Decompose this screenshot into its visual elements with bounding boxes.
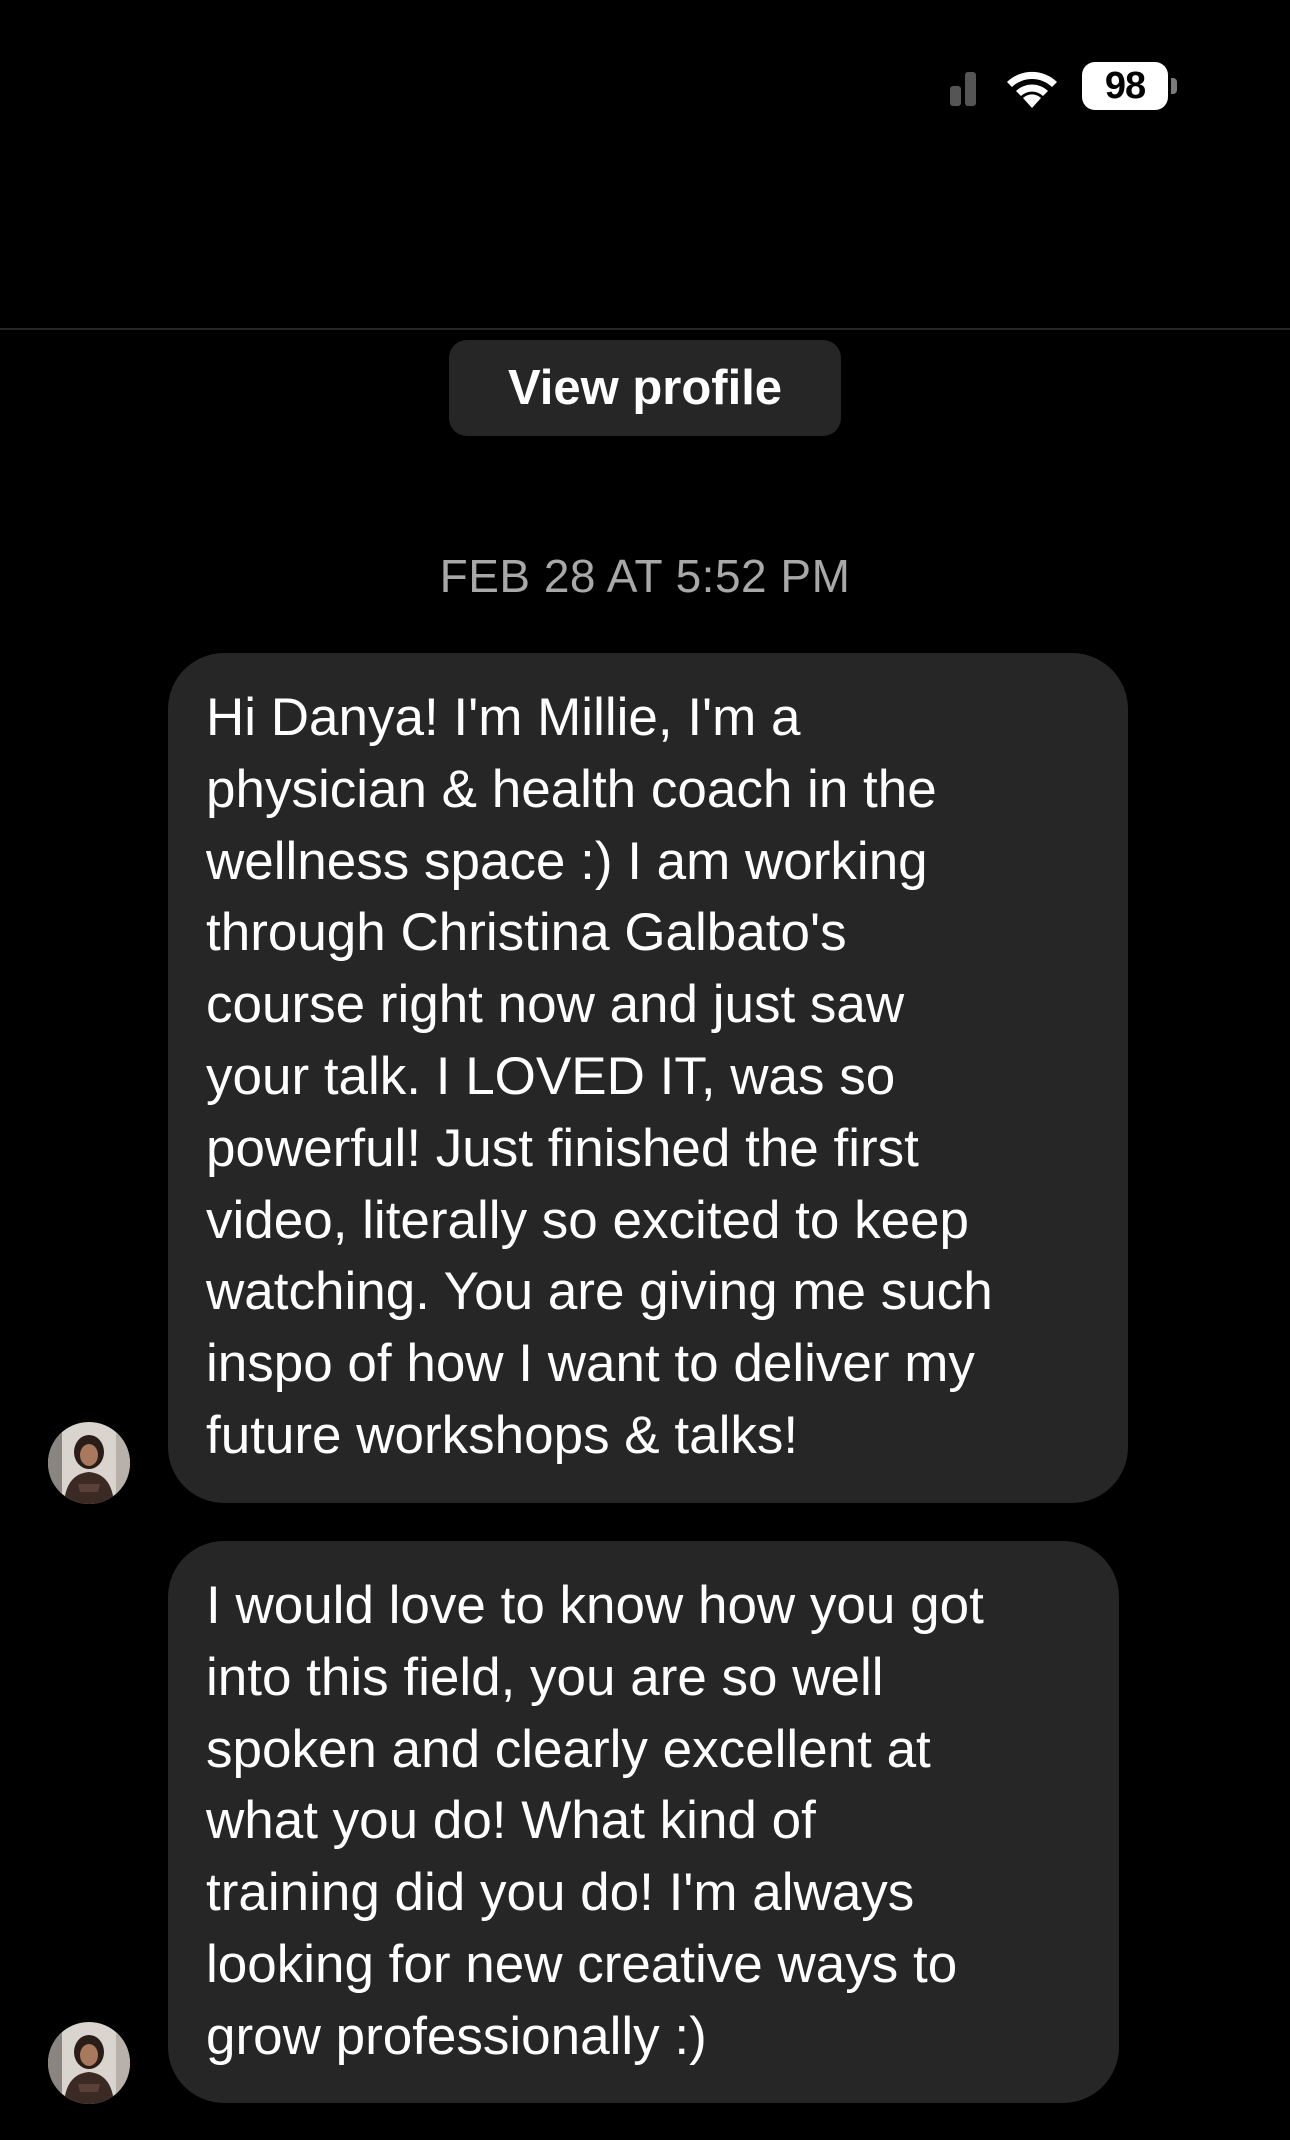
battery-level: 98	[1082, 62, 1168, 110]
status-bar: 98	[0, 0, 1290, 160]
message-bubble[interactable]: I would love to know how you got into th…	[168, 1541, 1119, 2103]
avatar[interactable]	[48, 1422, 130, 1504]
view-profile-button[interactable]: View profile	[449, 340, 841, 436]
header-divider	[0, 328, 1290, 330]
message-bubble[interactable]: Hi Danya! I'm Millie, I'm a physician & …	[168, 653, 1128, 1503]
message-text: I would love to know how you got into th…	[206, 1576, 984, 2066]
battery-icon: 98	[1082, 62, 1178, 110]
wifi-icon	[1007, 71, 1057, 108]
message-text: Hi Danya! I'm Millie, I'm a physician & …	[206, 688, 993, 1465]
message-timestamp: FEB 28 AT 5:52 PM	[439, 550, 851, 602]
avatar[interactable]	[48, 2022, 130, 2104]
cellular-signal-icon	[950, 70, 982, 106]
